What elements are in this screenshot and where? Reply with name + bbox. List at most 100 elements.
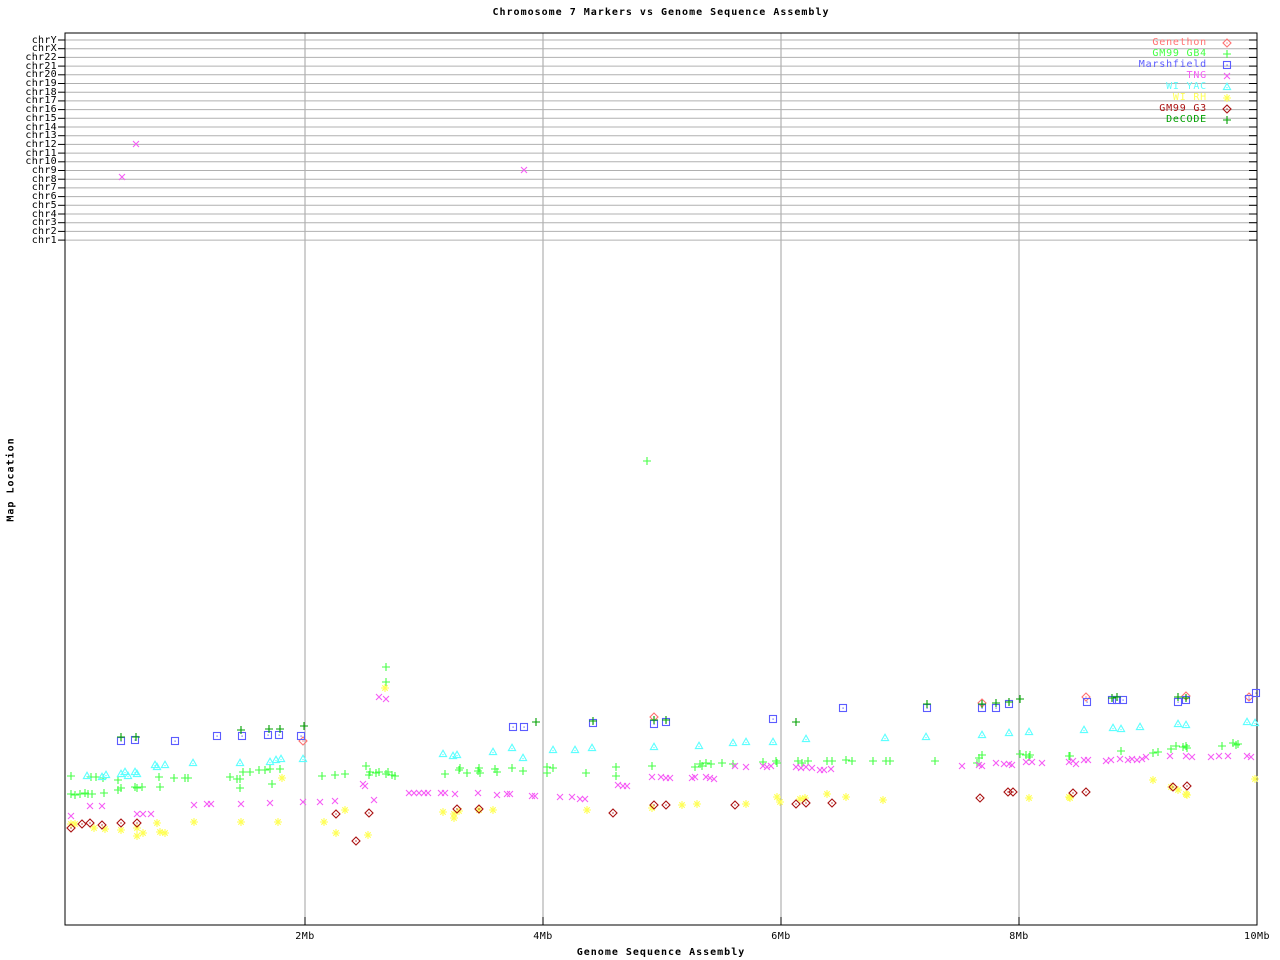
legend-label: GM99 G3 — [1159, 103, 1207, 114]
scatter-point — [1244, 692, 1254, 702]
scatter-point — [543, 769, 551, 777]
legend-row: WI RH — [1057, 92, 1247, 103]
scatter-point — [582, 769, 590, 777]
scatter-point — [268, 780, 276, 788]
scatter-point — [439, 808, 447, 816]
scatter-point — [1222, 103, 1232, 114]
scatter-point — [741, 737, 751, 746]
scatter-point — [451, 790, 459, 798]
scatter-point — [276, 754, 286, 763]
scatter-point — [116, 818, 126, 828]
scatter-point — [1223, 93, 1231, 102]
scatter-point — [583, 806, 591, 814]
scatter-point — [1066, 752, 1074, 760]
scatter-point — [415, 789, 423, 797]
scatter-point — [1004, 728, 1014, 737]
scatter-point — [276, 765, 284, 773]
scatter-point — [85, 818, 95, 828]
scatter-point — [838, 703, 848, 713]
scatter-point — [1166, 752, 1174, 760]
legend-marker-plus-icon — [1207, 114, 1247, 125]
scatter-point — [693, 800, 701, 808]
scatter-point — [133, 810, 141, 818]
scatter-point — [1223, 115, 1231, 124]
scatter-point — [1251, 688, 1261, 698]
scatter-point — [155, 773, 163, 781]
scatter-point — [1108, 723, 1118, 732]
legend-row: GM99 GB4 — [1057, 48, 1247, 59]
scatter-point — [921, 732, 931, 741]
scatter-point — [261, 766, 269, 774]
scatter-point — [1242, 717, 1252, 726]
scatter-point — [67, 790, 75, 798]
scatter-point — [804, 757, 812, 765]
scatter-point — [728, 738, 738, 747]
legend-marker-star-icon — [1207, 92, 1247, 103]
scatter-point — [706, 774, 714, 782]
scatter-point — [207, 800, 215, 808]
legend-row: Genethon — [1057, 37, 1247, 48]
scatter-point — [331, 797, 339, 805]
scatter-point — [476, 769, 484, 777]
scatter-point — [318, 772, 326, 780]
scatter-point — [132, 769, 142, 778]
scatter-point — [1243, 752, 1251, 760]
scatter-point — [1025, 794, 1033, 802]
scatter-point — [702, 773, 710, 781]
scatter-point — [226, 773, 234, 781]
scatter-point — [1174, 693, 1182, 701]
scatter-point — [381, 684, 389, 692]
scatter-point — [331, 809, 341, 819]
scatter-point — [886, 757, 894, 765]
scatter-point — [612, 772, 620, 780]
scatter-point — [1108, 694, 1116, 702]
scatter-point — [759, 758, 767, 766]
scatter-point — [1107, 756, 1115, 764]
scatter-point — [212, 731, 222, 741]
scatter-point — [332, 829, 340, 837]
scatter-point — [608, 808, 618, 818]
scatter-point — [131, 783, 139, 791]
scatter-point — [718, 759, 726, 767]
scatter-point — [1079, 725, 1089, 734]
scatter-point — [489, 806, 497, 814]
plot-canvas — [58, 32, 1261, 926]
scatter-point — [405, 789, 413, 797]
scatter-point — [382, 770, 390, 778]
scatter-point — [992, 699, 1000, 707]
scatter-point — [791, 799, 801, 809]
series-wi-rh — [67, 684, 1259, 840]
scatter-point — [666, 774, 674, 782]
scatter-point — [147, 810, 155, 818]
scatter-point — [576, 795, 584, 803]
scatter-point — [263, 730, 273, 740]
scatter-point — [768, 737, 778, 746]
scatter-point — [341, 806, 349, 814]
legend-row: DeCODE — [1057, 114, 1247, 125]
scatter-point — [117, 733, 125, 741]
scatter-point — [794, 757, 802, 765]
scatter-point — [1224, 752, 1232, 760]
scatter-point — [455, 766, 463, 774]
scatter-point — [643, 457, 651, 465]
scatter-point — [828, 757, 836, 765]
scatter-point — [508, 764, 516, 772]
scatter-point — [528, 792, 536, 800]
scatter-point — [1000, 760, 1008, 768]
scatter-point — [1022, 758, 1030, 766]
x-axis-tick-label: 10Mb — [1243, 931, 1271, 942]
scatter-point — [649, 742, 659, 751]
scatter-point — [236, 784, 244, 792]
scatter-point — [869, 757, 877, 765]
scatter-point — [773, 759, 781, 767]
scatter-point — [1154, 748, 1162, 756]
scatter-point — [239, 768, 247, 776]
scatter-point — [992, 759, 1000, 767]
scatter-point — [518, 753, 528, 762]
scatter-point — [648, 762, 656, 770]
scatter-point — [274, 818, 282, 826]
scatter-point — [190, 801, 198, 809]
scatter-point — [1234, 740, 1242, 748]
scatter-point — [100, 789, 108, 797]
scatter-point — [1182, 781, 1192, 791]
